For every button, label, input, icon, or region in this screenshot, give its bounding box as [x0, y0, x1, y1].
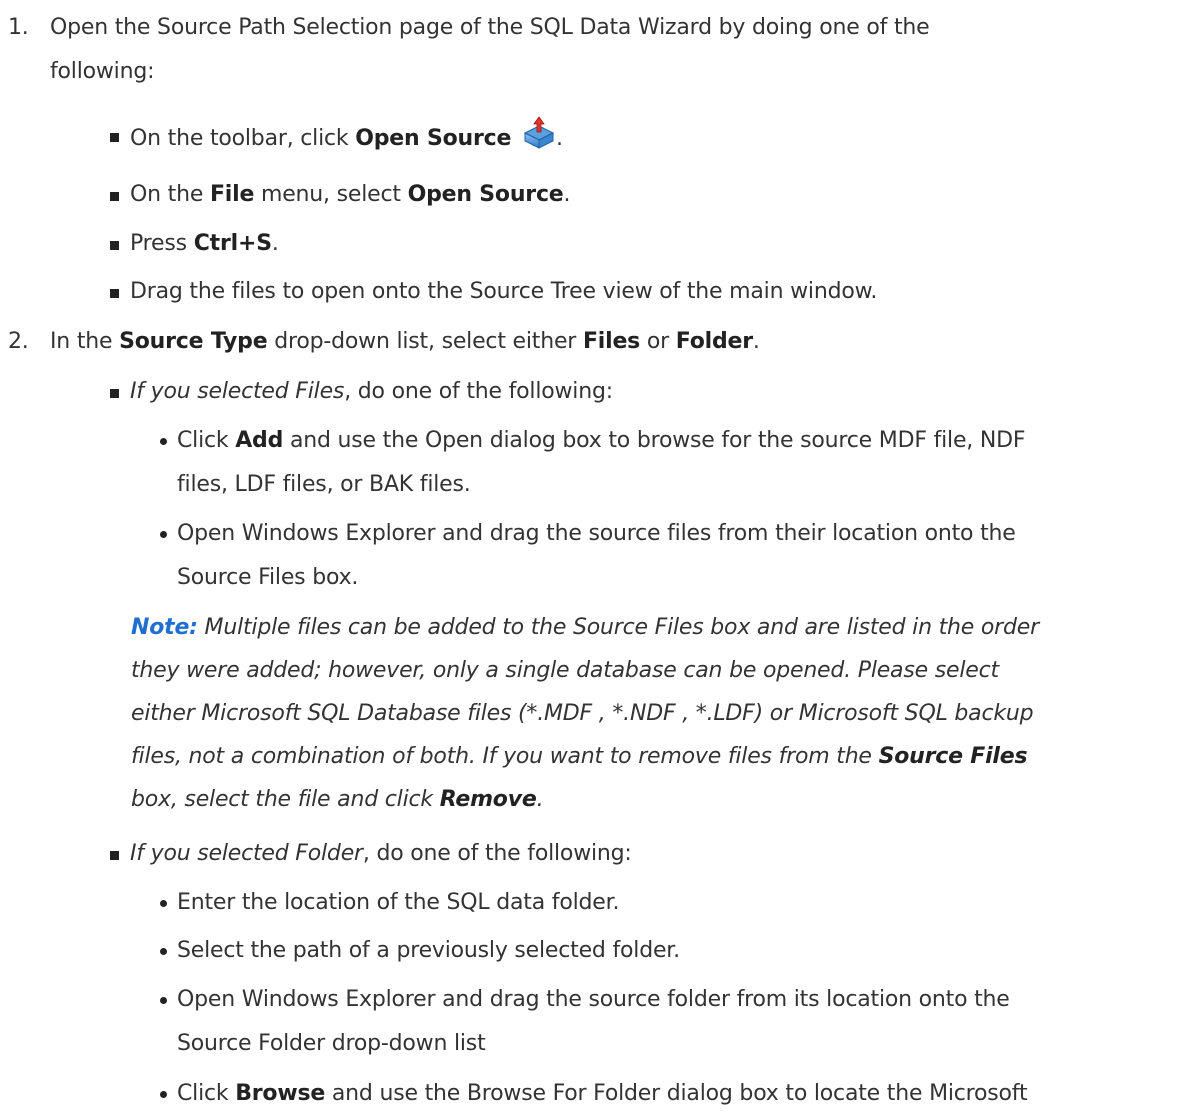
folder-label: Folder [675, 329, 753, 354]
bullet-punct: . [563, 182, 571, 207]
condition-text: If you selected Files [130, 379, 345, 404]
note-line-4: files, not a combination of both. If you… [131, 737, 1028, 777]
remove-label: Remove [439, 787, 537, 812]
sub-bullet-drag-folder-line-2: Source Folder drop-down list [177, 1031, 486, 1056]
sub-bullet-marker [160, 531, 167, 538]
bullet-if-files: If you selected Files, do one of the fol… [130, 372, 613, 412]
bullet-text: menu, select [254, 182, 408, 207]
note-text: Multiple files can be added to the Sourc… [197, 615, 1040, 640]
note-line-1: Note: Multiple files can be added to the… [131, 608, 1039, 648]
note-line-3: either Microsoft SQL Database files (*.M… [131, 701, 1034, 726]
browse-label: Browse [235, 1081, 326, 1106]
bullet-text: On the toolbar, click [130, 126, 356, 151]
step-2-text: In the Source Type drop-down list, selec… [50, 322, 760, 362]
sub-bullet-marker [160, 1091, 167, 1098]
files-label: Files [582, 329, 641, 354]
sub-bullet-browse: Click Browse and use the Browse For Fold… [177, 1074, 1028, 1114]
sub-bullet-drag-files-line-1: Open Windows Explorer and drag the sourc… [177, 521, 1016, 546]
bullet-drag-files: Drag the files to open onto the Source T… [130, 279, 878, 304]
bullet-file-menu: On the File menu, select Open Source. [130, 175, 571, 215]
bullet-marker [110, 241, 119, 250]
note-punct: . [536, 787, 544, 812]
bullet-toolbar: On the toolbar, click Open Source . [130, 115, 563, 159]
sub-bullet-text: Click [177, 428, 236, 453]
bullet-text: , do one of the following: [344, 379, 613, 404]
open-source-label: Open Source [355, 126, 512, 151]
sub-bullet-text: Click [177, 1081, 236, 1106]
sub-bullet-marker [160, 948, 167, 955]
bullet-text: On the [130, 182, 210, 207]
step-text: or [640, 329, 676, 354]
sub-bullet-select-path: Select the path of a previously selected… [177, 938, 680, 963]
step-text: drop-down list, select either [267, 329, 583, 354]
open-source-label: Open Source [407, 182, 564, 207]
bullet-if-folder: If you selected Folder, do one of the fo… [130, 834, 632, 874]
bullet-text: Press [130, 231, 194, 256]
sub-bullet-add-line-2: files, LDF files, or BAK files. [177, 472, 471, 497]
sub-bullet-marker [160, 997, 167, 1004]
step-text: In the [50, 329, 120, 354]
bullet-punct: . [271, 231, 279, 256]
sub-bullet-drag-files-line-2: Source Files box. [177, 565, 359, 590]
sub-bullet-text: and use the Browse For Folder dialog box… [325, 1081, 1028, 1106]
bullet-punct: . [555, 126, 563, 151]
sub-bullet-marker [160, 900, 167, 907]
bullet-text: , do one of the following: [362, 841, 632, 866]
note-text: files, not a combination of both. If you… [131, 744, 879, 769]
file-menu-label: File [209, 182, 255, 207]
step-1-text-line-1: Open the Source Path Selection page of t… [50, 15, 930, 40]
step-1-number: 1. [8, 15, 29, 40]
shortcut-label: Ctrl+S [193, 231, 272, 256]
help-document: 1. Open the Source Path Selection page o… [0, 0, 1192, 1118]
note-line-2: they were added; however, only a single … [131, 658, 999, 683]
sub-bullet-text: and use the Open dialog box to browse fo… [283, 428, 1026, 453]
note-label: Note: [131, 615, 198, 640]
sub-bullet-drag-folder-line-1: Open Windows Explorer and drag the sourc… [177, 987, 1010, 1012]
bullet-marker [110, 289, 119, 298]
bullet-marker [110, 192, 119, 201]
bullet-marker [110, 851, 119, 860]
bullet-marker [110, 133, 119, 142]
source-files-label: Source Files [878, 744, 1028, 769]
sub-bullet-marker [160, 438, 167, 445]
note-line-5: box, select the file and click Remove. [131, 780, 544, 820]
source-type-label: Source Type [119, 329, 268, 354]
step-punct: . [752, 329, 760, 354]
add-label: Add [235, 428, 284, 453]
note-text: box, select the file and click [131, 787, 440, 812]
bullet-marker [110, 389, 119, 398]
sub-bullet-add-line-1: Click Add and use the Open dialog box to… [177, 421, 1026, 461]
step-1-text-line-2: following: [50, 59, 155, 84]
sub-bullet-enter-location: Enter the location of the SQL data folde… [177, 890, 620, 915]
step-2-number: 2. [8, 329, 29, 354]
open-source-icon [522, 115, 556, 149]
bullet-shortcut: Press Ctrl+S. [130, 224, 279, 264]
condition-text: If you selected Folder [130, 841, 363, 866]
